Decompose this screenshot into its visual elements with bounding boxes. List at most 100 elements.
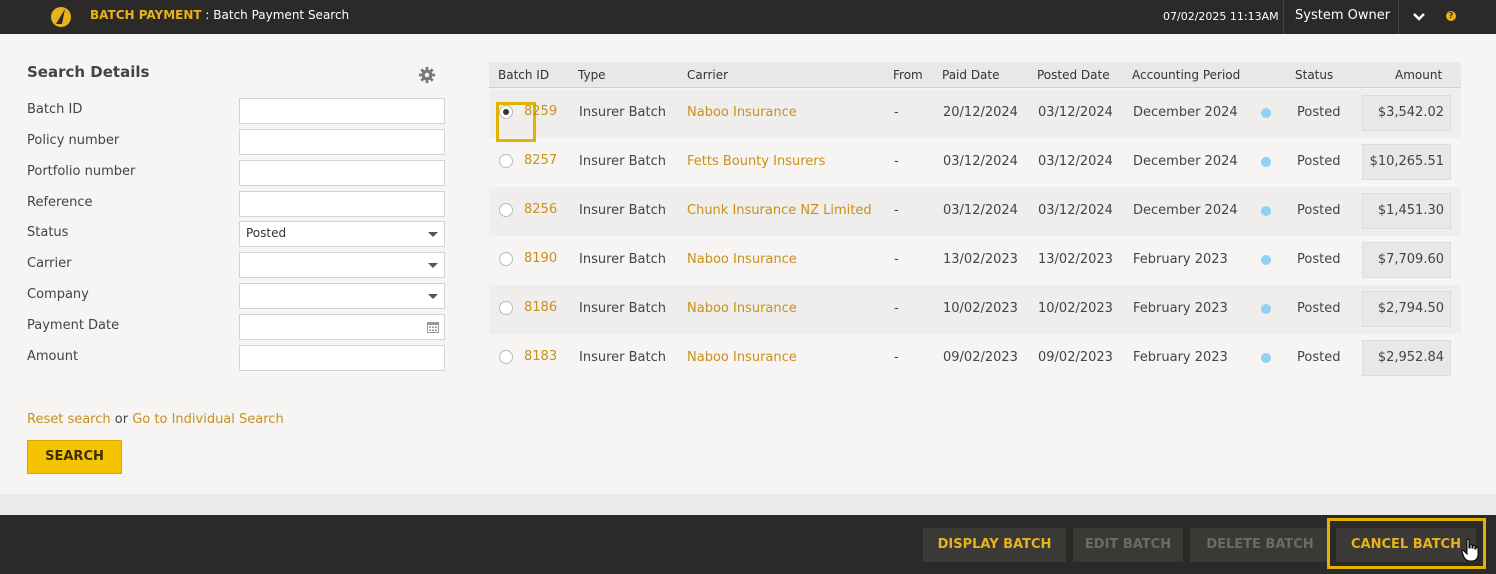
table-row[interactable]: 8256 Insurer Batch Chunk Insurance NZ Li…: [489, 187, 1461, 236]
cell-status: Posted: [1297, 301, 1341, 316]
cell-type: Insurer Batch: [579, 105, 666, 120]
individual-search-link[interactable]: Go to Individual Search: [132, 412, 283, 427]
breadcrumb-separator: :: [201, 8, 214, 22]
logo-icon[interactable]: [49, 5, 73, 29]
table-row[interactable]: 8257 Insurer Batch Fetts Bounty Insurers…: [489, 138, 1461, 187]
cell-accounting-period: February 2023: [1133, 301, 1228, 316]
user-name[interactable]: System Owner: [1295, 8, 1390, 23]
cell-amount: $7,709.60: [1362, 242, 1451, 278]
or-text: or: [114, 412, 129, 427]
cell-from: -: [894, 105, 899, 120]
row-select-radio[interactable]: [496, 102, 536, 142]
cell-status: Posted: [1297, 252, 1341, 267]
divider: [1283, 0, 1284, 34]
cell-posted-date: 10/02/2023: [1038, 301, 1113, 316]
column-header-paid-date[interactable]: Paid Date: [942, 68, 1000, 82]
status-dot-icon: [1261, 108, 1271, 118]
column-header-from[interactable]: From: [893, 68, 923, 82]
gear-icon[interactable]: [418, 66, 436, 84]
amount-input[interactable]: [239, 345, 445, 371]
reset-search-link[interactable]: Reset search: [27, 412, 111, 427]
carrier-link[interactable]: Fetts Bounty Insurers: [687, 154, 825, 169]
cell-posted-date: 13/02/2023: [1038, 252, 1113, 267]
cell-from: -: [894, 301, 899, 316]
divider: [1398, 0, 1399, 34]
column-header-posted-date[interactable]: Posted Date: [1037, 68, 1110, 82]
table-header: Batch ID Type Carrier From Paid Date Pos…: [489, 62, 1461, 88]
batch-id-link[interactable]: 8190: [524, 251, 557, 266]
table-row[interactable]: 8183 Insurer Batch Naboo Insurance - 09/…: [489, 334, 1461, 383]
display-batch-button[interactable]: DISPLAY BATCH: [923, 528, 1066, 562]
company-select[interactable]: [239, 283, 445, 309]
batch-id-link[interactable]: 8256: [524, 202, 557, 217]
table-row[interactable]: 8190 Insurer Batch Naboo Insurance - 13/…: [489, 236, 1461, 285]
dropdown-caret-icon: [428, 294, 438, 299]
cell-from: -: [894, 252, 899, 267]
table-row[interactable]: 8259 Insurer Batch Naboo Insurance - 20/…: [489, 89, 1461, 142]
row-select-radio[interactable]: [499, 252, 513, 266]
calendar-icon[interactable]: [427, 321, 439, 333]
table-row[interactable]: 8186 Insurer Batch Naboo Insurance - 10/…: [489, 285, 1461, 334]
cell-paid-date: 03/12/2024: [943, 203, 1018, 218]
carrier-select[interactable]: [239, 252, 445, 278]
cell-posted-date: 03/12/2024: [1038, 105, 1113, 120]
row-select-radio[interactable]: [499, 154, 513, 168]
cell-type: Insurer Batch: [579, 301, 666, 316]
module-title[interactable]: BATCH PAYMENT: [90, 8, 202, 22]
breadcrumb: BATCH PAYMENT : Batch Payment Search: [90, 8, 349, 22]
carrier-link[interactable]: Naboo Insurance: [687, 105, 797, 120]
chevron-down-icon[interactable]: [1411, 9, 1427, 25]
batch-id-link[interactable]: 8183: [524, 349, 557, 364]
column-header-accounting-period[interactable]: Accounting Period: [1132, 68, 1240, 82]
carrier-link[interactable]: Naboo Insurance: [687, 301, 797, 316]
row-select-radio[interactable]: [499, 350, 513, 364]
batch-id-link[interactable]: 8186: [524, 300, 557, 315]
batch-id-link[interactable]: 8257: [524, 153, 557, 168]
cell-from: -: [894, 350, 899, 365]
payment-date-input[interactable]: [239, 314, 445, 340]
column-header-batch-id[interactable]: Batch ID: [498, 68, 549, 82]
status-select-value: Posted: [246, 226, 287, 240]
carrier-label: Carrier: [27, 256, 72, 271]
column-header-carrier[interactable]: Carrier: [687, 68, 728, 82]
search-panel-title: Search Details: [27, 63, 150, 81]
column-header-type[interactable]: Type: [578, 68, 606, 82]
cell-from: -: [894, 154, 899, 169]
cell-type: Insurer Batch: [579, 154, 666, 169]
carrier-link[interactable]: Naboo Insurance: [687, 252, 797, 267]
carrier-link[interactable]: Naboo Insurance: [687, 350, 797, 365]
cell-status: Posted: [1297, 154, 1341, 169]
reference-label: Reference: [27, 195, 93, 210]
top-bar: BATCH PAYMENT : Batch Payment Search 07/…: [0, 0, 1496, 34]
status-dot-icon: [1261, 157, 1271, 167]
batch-id-link[interactable]: 8259: [524, 104, 557, 119]
help-icon[interactable]: ?: [1446, 11, 1456, 21]
row-select-radio[interactable]: [499, 203, 513, 217]
cell-amount: $10,265.51: [1362, 144, 1451, 180]
row-select-radio[interactable]: [499, 301, 513, 315]
status-dot-icon: [1261, 353, 1271, 363]
cell-accounting-period: February 2023: [1133, 252, 1228, 267]
search-button[interactable]: SEARCH: [27, 440, 122, 474]
page-title: Batch Payment Search: [213, 8, 350, 22]
carrier-link[interactable]: Chunk Insurance NZ Limited: [687, 203, 872, 218]
cell-accounting-period: December 2024: [1133, 154, 1238, 169]
policy-number-input[interactable]: [239, 129, 445, 155]
delete-batch-button[interactable]: DELETE BATCH: [1190, 528, 1330, 562]
reference-input[interactable]: [239, 191, 445, 217]
column-header-status[interactable]: Status: [1295, 68, 1333, 82]
cell-accounting-period: February 2023: [1133, 350, 1228, 365]
edit-batch-button[interactable]: EDIT BATCH: [1073, 528, 1183, 562]
cell-type: Insurer Batch: [579, 350, 666, 365]
footer-band: [0, 494, 1496, 515]
batch-id-input[interactable]: [239, 98, 445, 124]
portfolio-number-input[interactable]: [239, 160, 445, 186]
cell-posted-date: 03/12/2024: [1038, 203, 1113, 218]
search-links: Reset search or Go to Individual Search: [27, 412, 284, 427]
cell-accounting-period: December 2024: [1133, 203, 1238, 218]
column-header-amount[interactable]: Amount: [1395, 68, 1442, 82]
company-label: Company: [27, 287, 89, 302]
status-select[interactable]: Posted: [239, 221, 445, 247]
status-dot-icon: [1261, 255, 1271, 265]
portfolio-number-label: Portfolio number: [27, 164, 136, 179]
